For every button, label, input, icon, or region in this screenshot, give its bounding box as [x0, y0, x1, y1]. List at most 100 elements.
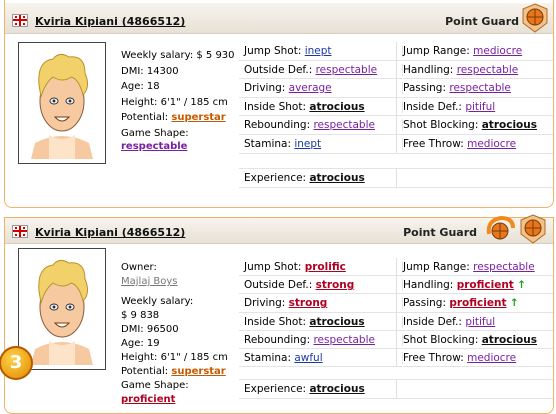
skill-row: Rebounding: respectable Shot Blocking: a…: [239, 116, 553, 135]
skills-table: Jump Shot: inept Jump Range: mediocre Ou…: [239, 42, 553, 154]
game-shape-value-link[interactable]: proficient: [121, 394, 175, 405]
skill-row: Driving: strong Passing: proficient ↑: [239, 294, 553, 313]
experience-value-link[interactable]: atrocious: [309, 172, 364, 184]
player-name-link[interactable]: Kviria Kipiani (4866512): [35, 226, 185, 239]
age: Age: 18: [121, 81, 160, 92]
potential: Potential: superstar: [121, 111, 235, 127]
skill-label: Rebounding:: [244, 119, 311, 132]
experience-label: Experience:: [244, 383, 307, 395]
card-header: Kviria Kipiani (4866512) Point Guard: [5, 3, 553, 34]
skill-label: Handling:: [403, 279, 454, 292]
player-avatar: [18, 42, 106, 164]
dmi: DMI: 14300: [121, 65, 179, 77]
skill-row: Jump Shot: prolific Jump Range: respecta…: [239, 258, 553, 277]
skill-up-arrow-icon: ↑: [517, 279, 526, 292]
potential-label: Potential:: [121, 112, 169, 123]
skill-row: Rebounding: respectable Shot Blocking: a…: [239, 331, 553, 349]
skill-value-link[interactable]: mediocre: [467, 352, 516, 364]
player-position: Point Guard: [403, 226, 477, 239]
skill-value-link[interactable]: prolific: [305, 261, 346, 273]
skill-label: Driving:: [244, 82, 286, 95]
skill-label: Handling:: [403, 63, 454, 76]
skill-row: Inside Shot: atrocious Inside Def.: piti…: [239, 313, 553, 331]
skill-value-link[interactable]: mediocre: [467, 138, 516, 150]
skill-label: Passing:: [403, 82, 447, 95]
skill-label: Outside Def.:: [244, 279, 313, 292]
skill-value-link[interactable]: respectable: [316, 64, 378, 76]
skill-label: Driving:: [244, 297, 286, 310]
skill-value-link[interactable]: strong: [316, 279, 355, 291]
potential-value-link[interactable]: superstar: [171, 112, 225, 123]
basketball-swirl-icon: [486, 215, 515, 240]
skill-label: Jump Shot:: [244, 45, 302, 57]
skill-label: Shot Blocking:: [403, 119, 479, 132]
potential-label: Potential:: [121, 366, 169, 377]
experience-row: Experience: atrocious: [239, 379, 553, 399]
experience-value-link[interactable]: atrocious: [309, 383, 364, 395]
owner-team-link[interactable]: Majlaj Boys: [121, 276, 178, 287]
basketball-badge-icon: [522, 3, 548, 33]
height: Height: 6'1" / 185 cm: [121, 352, 228, 363]
skill-value-link[interactable]: proficient: [457, 279, 514, 291]
weekly-salary: Weekly salary: $ 5 930: [121, 50, 235, 61]
potential: Potential: superstar: [121, 365, 228, 379]
skill-value-link[interactable]: pitiful: [465, 316, 495, 328]
rank-badge: 3: [0, 346, 33, 380]
skill-row: Stamina: awful Free Throw: mediocre: [239, 349, 553, 368]
player-name-link[interactable]: Kviria Kipiani (4866512): [35, 15, 185, 28]
weekly-salary-label: Weekly salary:: [121, 296, 194, 307]
skill-label: Inside Def.:: [403, 315, 462, 328]
skill-label: Jump Range:: [403, 261, 470, 273]
potential-value-link[interactable]: superstar: [171, 366, 225, 377]
skill-value-link[interactable]: strong: [289, 297, 328, 309]
skill-value-link[interactable]: proficient: [449, 297, 506, 309]
skill-value-link[interactable]: respectable: [473, 261, 535, 273]
skill-row: Driving: average Passing: respectable: [239, 79, 553, 98]
skill-value-link[interactable]: respectable: [449, 82, 511, 94]
skill-label: Free Throw:: [403, 351, 464, 364]
player-position: Point Guard: [445, 15, 519, 28]
game-shape-label: Game Shape:: [121, 380, 189, 391]
skill-up-arrow-icon: ↑: [509, 297, 519, 310]
skills-table: Jump Shot: prolific Jump Range: respecta…: [239, 258, 553, 368]
skill-row: Stamina: inept Free Throw: mediocre: [239, 135, 553, 154]
skill-value-link[interactable]: average: [289, 82, 332, 94]
game-shape-label: Game Shape:: [121, 127, 189, 139]
skill-label: Inside Shot:: [244, 315, 307, 328]
skill-value-link[interactable]: atrocious: [482, 334, 537, 346]
skill-row: Outside Def.: strong Handling: proficien…: [239, 276, 553, 295]
skill-value-link[interactable]: pitiful: [465, 101, 495, 113]
dmi: DMI: 96500: [121, 324, 179, 335]
skill-value-link[interactable]: mediocre: [473, 45, 522, 57]
experience-label: Experience:: [244, 172, 307, 184]
skill-label: Rebounding:: [244, 333, 311, 346]
owner-label: Owner:: [121, 262, 157, 273]
skill-label: Outside Def.:: [244, 63, 313, 76]
skill-value-link[interactable]: respectable: [313, 334, 375, 346]
skill-label: Inside Def.:: [403, 100, 462, 113]
age: Age: 19: [121, 338, 160, 349]
skill-value-link[interactable]: atrocious: [309, 316, 364, 328]
game-shape-value-link[interactable]: respectable: [121, 141, 187, 152]
skill-row: Inside Shot: atrocious Inside Def.: piti…: [239, 98, 553, 117]
skill-label: Jump Shot:: [244, 261, 302, 273]
skill-value-link[interactable]: awful: [294, 352, 322, 364]
skill-label: Passing:: [403, 297, 447, 310]
skill-value-link[interactable]: atrocious: [482, 119, 537, 131]
skill-value-link[interactable]: respectable: [313, 119, 375, 131]
player-avatar: [18, 248, 106, 370]
skill-value-link[interactable]: respectable: [457, 64, 519, 76]
georgia-flag-icon: [12, 225, 28, 238]
experience-row: Experience: atrocious: [239, 168, 553, 188]
skill-value-link[interactable]: atrocious: [309, 101, 364, 113]
skill-label: Free Throw:: [403, 137, 464, 150]
player-info: Owner: Majlaj Boys Weekly salary: $ 9 83…: [121, 261, 228, 407]
player-info: Weekly salary: $ 5 930 DMI: 14300 Age: 1…: [121, 49, 235, 155]
skill-value-link[interactable]: inept: [294, 138, 321, 150]
player-card: Kviria Kipiani (4866512) Point Guard 3 O…: [0, 214, 554, 414]
skill-value-link[interactable]: inept: [305, 45, 332, 57]
skill-label: Shot Blocking:: [403, 333, 479, 346]
skill-label: Stamina:: [244, 351, 291, 364]
georgia-flag-icon: [12, 14, 28, 27]
height: Height: 6'1" / 185 cm: [121, 96, 228, 108]
